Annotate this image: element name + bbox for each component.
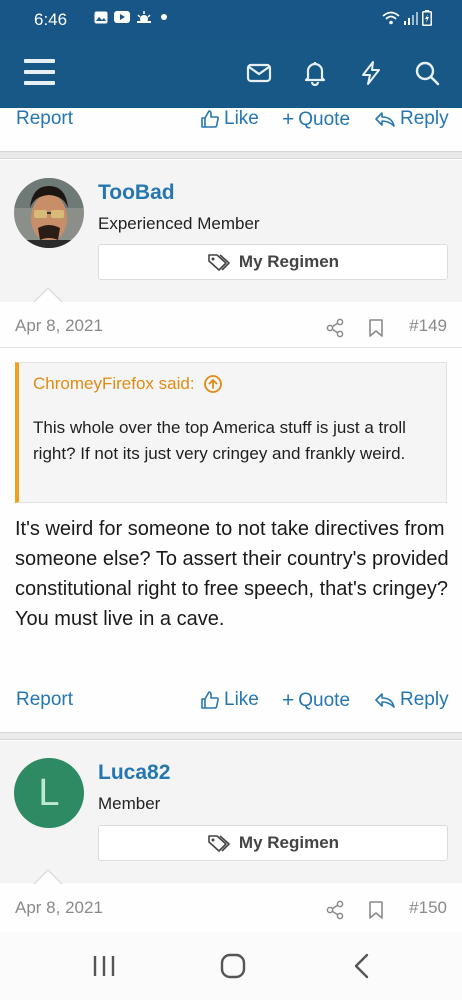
my-regimen-button[interactable]: My Regimen <box>98 244 448 280</box>
like-label: Like <box>224 108 259 129</box>
tags-icon <box>208 835 230 852</box>
reply-icon <box>375 112 395 127</box>
post-number[interactable]: #150 <box>409 898 447 918</box>
post-date[interactable]: Apr 8, 2021 <box>15 898 103 918</box>
wifi-icon <box>382 11 400 25</box>
quote-button[interactable]: + Quote <box>282 108 350 132</box>
post-body: It's weird for someone to not take direc… <box>15 518 449 630</box>
like-button[interactable]: Like <box>200 108 259 130</box>
image-icon <box>94 11 108 23</box>
quote-button[interactable]: + Quote <box>282 689 350 713</box>
post-pointer <box>34 871 62 885</box>
reply-button[interactable]: Reply <box>374 108 449 130</box>
arrow-up-circle-icon <box>203 375 222 393</box>
recent-apps-icon[interactable] <box>92 954 116 978</box>
post-pointer <box>34 289 62 303</box>
my-regimen-label: My Regimen <box>238 833 340 852</box>
quote-author: ChromeyFirefox said: <box>33 374 195 393</box>
signal-icon <box>404 12 418 25</box>
post-date[interactable]: Apr 8, 2021 <box>15 316 103 336</box>
quote-block: ChromeyFirefox said: This whole over the… <box>15 362 447 503</box>
my-regimen-label: My Regimen <box>238 252 340 271</box>
user-block: L Luca82 Member My Regimen <box>0 741 462 883</box>
report-link[interactable]: Report <box>16 689 73 711</box>
share-icon[interactable] <box>326 900 344 920</box>
thumbs-up-icon <box>201 691 219 709</box>
post-separator <box>0 732 462 740</box>
quote-label: Quote <box>298 690 351 711</box>
username[interactable]: TooBad <box>98 181 175 205</box>
app-bar <box>0 40 462 108</box>
like-label: Like <box>224 689 259 710</box>
bookmark-icon[interactable] <box>368 900 384 920</box>
bolt-icon[interactable] <box>358 60 384 86</box>
status-bar: 6:46 <box>0 0 462 40</box>
plus-icon: + <box>282 689 295 712</box>
avatar-letter[interactable]: L <box>14 758 84 828</box>
weather-icon <box>137 11 151 23</box>
bell-icon[interactable] <box>302 60 328 86</box>
reply-label: Reply <box>400 108 449 129</box>
avatar-photo <box>14 178 84 248</box>
system-nav-bar <box>0 932 462 1000</box>
tags-icon <box>208 254 230 271</box>
mail-icon[interactable] <box>246 60 272 86</box>
post-meta: Apr 8, 2021 #149 <box>0 302 462 348</box>
search-icon[interactable] <box>414 60 440 86</box>
username[interactable]: Luca82 <box>98 761 170 785</box>
post-actions: Report Like + Quote Reply <box>0 681 462 721</box>
avatar[interactable] <box>14 178 84 248</box>
like-button[interactable]: Like <box>200 689 259 711</box>
back-icon[interactable] <box>352 953 372 979</box>
my-regimen-button[interactable]: My Regimen <box>98 825 448 861</box>
dot-icon <box>161 14 167 20</box>
avatar-letter-text: L <box>38 771 60 814</box>
status-time: 6:46 <box>34 10 68 29</box>
quote-label: Quote <box>298 109 351 130</box>
report-link[interactable]: Report <box>16 108 73 130</box>
post-number[interactable]: #149 <box>409 316 447 336</box>
user-title: Experienced Member <box>98 214 260 233</box>
menu-icon[interactable] <box>24 58 56 86</box>
plus-icon: + <box>282 108 295 131</box>
reply-icon <box>375 693 395 708</box>
quote-text: This whole over the top America stuff is… <box>33 418 406 463</box>
post-separator <box>0 151 462 159</box>
reply-button[interactable]: Reply <box>374 689 449 711</box>
youtube-icon <box>114 11 130 23</box>
share-icon[interactable] <box>326 318 344 338</box>
reply-label: Reply <box>400 689 449 710</box>
quote-header[interactable]: ChromeyFirefox said: <box>33 374 223 394</box>
post-meta: Apr 8, 2021 #150 <box>0 884 462 930</box>
user-block: TooBad Experienced Member My Regimen <box>0 160 462 302</box>
user-title: Member <box>98 794 161 813</box>
battery-icon <box>422 10 432 26</box>
post-actions-prev: Report Like + Quote Reply <box>0 100 462 140</box>
home-icon[interactable] <box>220 953 246 979</box>
thumbs-up-icon <box>201 110 219 128</box>
bookmark-icon[interactable] <box>368 318 384 338</box>
